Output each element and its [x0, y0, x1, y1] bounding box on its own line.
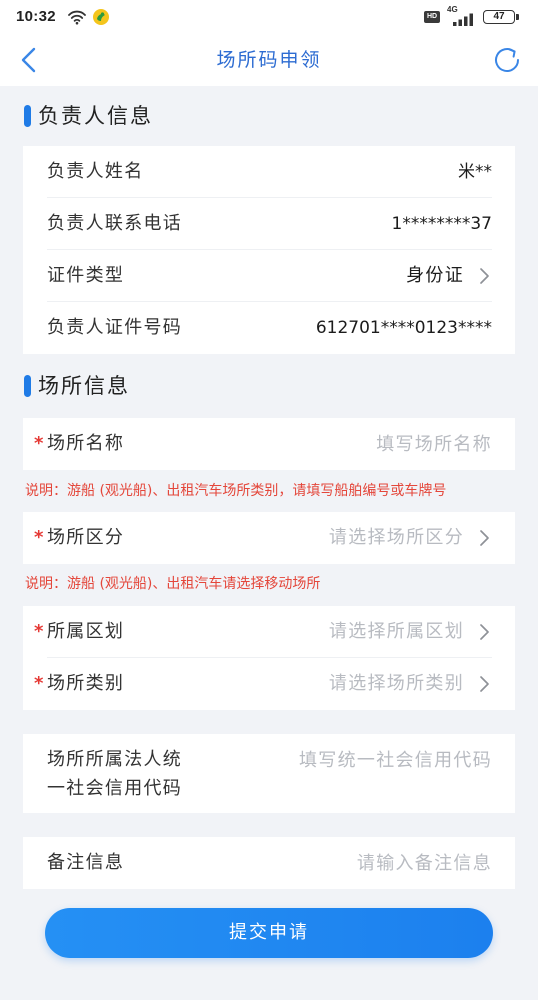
- category-select[interactable]: * 场所类别 请选择场所类别: [23, 658, 515, 710]
- id-type-row[interactable]: 证件类型 身份证: [23, 250, 515, 302]
- owner-name-value: 米**: [458, 162, 492, 182]
- venue-type-placeholder: 请选择场所区分: [328, 527, 464, 548]
- credit-code-label: 场所所属法人统 一社会信用代码: [47, 745, 182, 803]
- section-title-owner: 负责人信息: [0, 103, 300, 129]
- status-time: 10:32: [16, 8, 56, 25]
- remark-label: 备注信息: [47, 852, 125, 873]
- region-select[interactable]: * 所属区划 请选择所属区划: [23, 606, 515, 658]
- signal-icon: [451, 11, 475, 26]
- id-type-label: 证件类型: [47, 265, 125, 286]
- venue-name-row: * 场所名称: [23, 418, 515, 470]
- owner-phone-label: 负责人联系电话: [47, 213, 183, 234]
- owner-id-number-value: 612701****0123****: [315, 318, 492, 338]
- required-mark: *: [34, 673, 44, 694]
- owner-id-number-label: 负责人证件号码: [47, 317, 183, 338]
- section-accent-bar: [24, 105, 31, 127]
- required-mark: *: [34, 527, 44, 548]
- region-label: 所属区划: [47, 621, 125, 642]
- venue-name-input[interactable]: [144, 431, 492, 457]
- venue-name-card: * 场所名称: [23, 418, 515, 470]
- region-category-card: * 所属区划 请选择所属区划 * 场所类别 请选择场所类别: [23, 606, 515, 710]
- chevron-right-icon: [480, 268, 489, 284]
- credit-code-input[interactable]: [252, 746, 492, 774]
- battery-icon: 47: [483, 10, 515, 24]
- credit-code-label-line1: 场所所属法人统: [47, 749, 183, 770]
- venue-type-card: * 场所区分 请选择场所区分: [23, 512, 515, 564]
- owner-phone-row: 负责人联系电话 1********37: [23, 198, 515, 250]
- venue-name-hint: 说明：游船 (观光船)、出租汽车场所类别，请填写船舶编号或车牌号: [25, 483, 447, 499]
- section-title-text: 负责人信息: [38, 104, 153, 128]
- submit-button[interactable]: 提交申请: [45, 908, 493, 958]
- owner-id-number-row: 负责人证件号码 612701****0123****: [23, 302, 515, 354]
- category-placeholder: 请选择场所类别: [328, 673, 464, 694]
- wifi-icon: [68, 9, 86, 25]
- chevron-right-icon: [480, 676, 489, 692]
- chevron-right-icon: [480, 530, 489, 546]
- remark-row: 备注信息: [23, 837, 515, 889]
- remark-card: 备注信息: [23, 837, 515, 889]
- battery-cap: [516, 14, 519, 20]
- section-accent-bar: [24, 375, 31, 397]
- venue-type-select[interactable]: * 场所区分 请选择场所区分: [23, 512, 515, 564]
- app-notification-icon: [92, 8, 110, 26]
- category-label: 场所类别: [47, 673, 125, 694]
- refresh-icon: [495, 48, 519, 72]
- refresh-button[interactable]: [492, 45, 522, 75]
- owner-phone-value: 1********37: [391, 214, 492, 234]
- required-mark: *: [34, 621, 44, 642]
- id-type-value: 身份证: [406, 265, 464, 286]
- hd-badge: HD: [424, 11, 440, 23]
- required-mark: *: [34, 433, 44, 454]
- section-title-text: 场所信息: [38, 374, 130, 398]
- credit-code-card: 场所所属法人统 一社会信用代码: [23, 734, 515, 813]
- venue-type-hint: 说明：游船 (观光船)、出租汽车请选择移动场所: [25, 576, 321, 592]
- owner-name-row: 负责人姓名 米**: [23, 146, 515, 198]
- venue-type-label: 场所区分: [47, 527, 125, 548]
- venue-name-label: 场所名称: [47, 433, 125, 454]
- owner-name-label: 负责人姓名: [47, 161, 144, 182]
- chevron-right-icon: [480, 624, 489, 640]
- region-placeholder: 请选择所属区划: [328, 621, 464, 642]
- section-title-venue: 场所信息: [0, 373, 300, 399]
- remark-input[interactable]: [144, 850, 492, 876]
- battery-level: 47: [493, 11, 505, 22]
- page-title: 场所码申领: [216, 49, 322, 71]
- top-bar: 10:32 HD 4G 47 场所码申领: [0, 0, 538, 86]
- credit-code-label-line2: 一社会信用代码: [47, 778, 183, 799]
- owner-info-card: 负责人姓名 米** 负责人联系电话 1********37 证件类型 身份证 负…: [23, 146, 515, 354]
